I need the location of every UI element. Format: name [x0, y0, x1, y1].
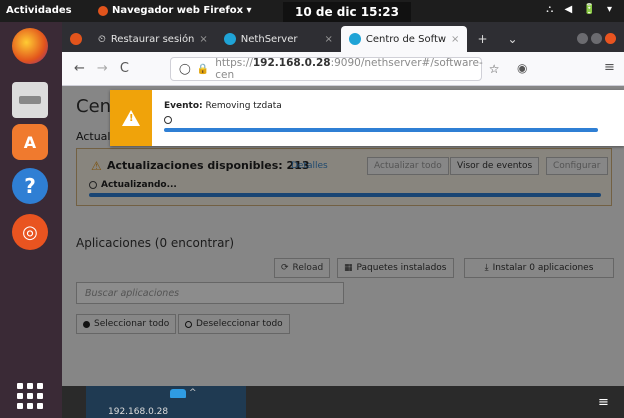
spinner-icon: [164, 116, 172, 124]
app-menu[interactable]: Navegador web Firefox ▾: [98, 5, 252, 16]
url-bar[interactable]: ◯ 🔒 https://192.168.0.28:9090/nethserver…: [170, 57, 500, 81]
hamburger-menu-icon[interactable]: ≡: [598, 395, 609, 410]
event-notification: Evento: Removing tzdata: [110, 90, 624, 146]
window-controls: [569, 33, 624, 52]
lock-icon[interactable]: 🔒: [197, 64, 209, 75]
close-tab-icon[interactable]: ×: [199, 34, 207, 45]
history-icon: ⏲: [98, 33, 106, 45]
activities-button[interactable]: Actividades: [6, 5, 72, 16]
files-icon[interactable]: [12, 82, 48, 118]
back-button[interactable]: ←: [74, 61, 85, 76]
forward-button[interactable]: →: [97, 61, 108, 76]
firefox-icon: [70, 33, 82, 45]
clock[interactable]: 10 de dic 15:23: [283, 2, 411, 22]
bottom-bar: ^ 192.168.0.28 ≡: [62, 386, 624, 418]
tab-list-button[interactable]: ⌄: [498, 26, 528, 52]
navigation-bar: ← → C ◯ 🔒 https://192.168.0.28:9090/neth…: [62, 52, 624, 86]
maximize-icon[interactable]: [591, 33, 602, 44]
close-window-icon[interactable]: [605, 33, 616, 44]
url-text: https://192.168.0.28:9090/nethserver#/so…: [215, 57, 483, 81]
event-progress-bar: [164, 128, 598, 132]
chevron-up-icon: ^: [189, 388, 197, 398]
ubuntu-icon[interactable]: ◎: [12, 214, 48, 250]
app-menu-label: Navegador web Firefox ▾: [112, 5, 252, 16]
app-grid-icon[interactable]: [14, 380, 46, 412]
tab-restore-session[interactable]: ⏲ Restaurar sesión ×: [90, 26, 216, 52]
system-tray[interactable]: ⛬ ◀ 🔋 ▾: [546, 4, 616, 15]
reload-button[interactable]: C: [120, 61, 129, 76]
nethserver-icon: [348, 33, 361, 45]
tab-label: NethServer: [240, 33, 298, 45]
close-tab-icon[interactable]: ×: [324, 34, 332, 45]
tab-nethserver[interactable]: NethServer ×: [216, 26, 341, 52]
ip-address: 192.168.0.28: [108, 407, 169, 417]
warning-icon: [110, 90, 152, 146]
tab-label: Centro de Softw: [365, 33, 447, 45]
top-bar: Actividades Navegador web Firefox ▾ 10 d…: [0, 0, 624, 22]
event-text: Evento: Removing tzdata: [164, 101, 282, 111]
tab-label: Restaurar sesión: [110, 33, 195, 45]
minimize-icon[interactable]: [577, 33, 588, 44]
dock: A ? ◎: [0, 22, 62, 418]
help-icon[interactable]: ?: [12, 168, 48, 204]
pocket-icon[interactable]: ◉: [517, 61, 527, 75]
tab-bar: ⏲ Restaurar sesión × NethServer × Centro…: [62, 22, 624, 52]
browser-menu-button[interactable]: ≡: [604, 60, 615, 75]
firefox-icon: [98, 5, 108, 16]
network-icon: [170, 389, 186, 398]
tab-software-center[interactable]: Centro de Softw ×: [340, 26, 468, 52]
shield-icon[interactable]: ◯: [179, 63, 191, 75]
bookmark-star-icon[interactable]: ☆: [489, 62, 500, 76]
firefox-icon[interactable]: [12, 28, 48, 64]
network-indicator[interactable]: ^ 192.168.0.28: [86, 386, 246, 418]
firefox-view-tab[interactable]: [62, 26, 90, 52]
close-tab-icon[interactable]: ×: [451, 34, 459, 45]
software-icon[interactable]: A: [12, 124, 48, 160]
new-tab-button[interactable]: +: [467, 26, 497, 52]
nethserver-icon: [223, 33, 236, 45]
